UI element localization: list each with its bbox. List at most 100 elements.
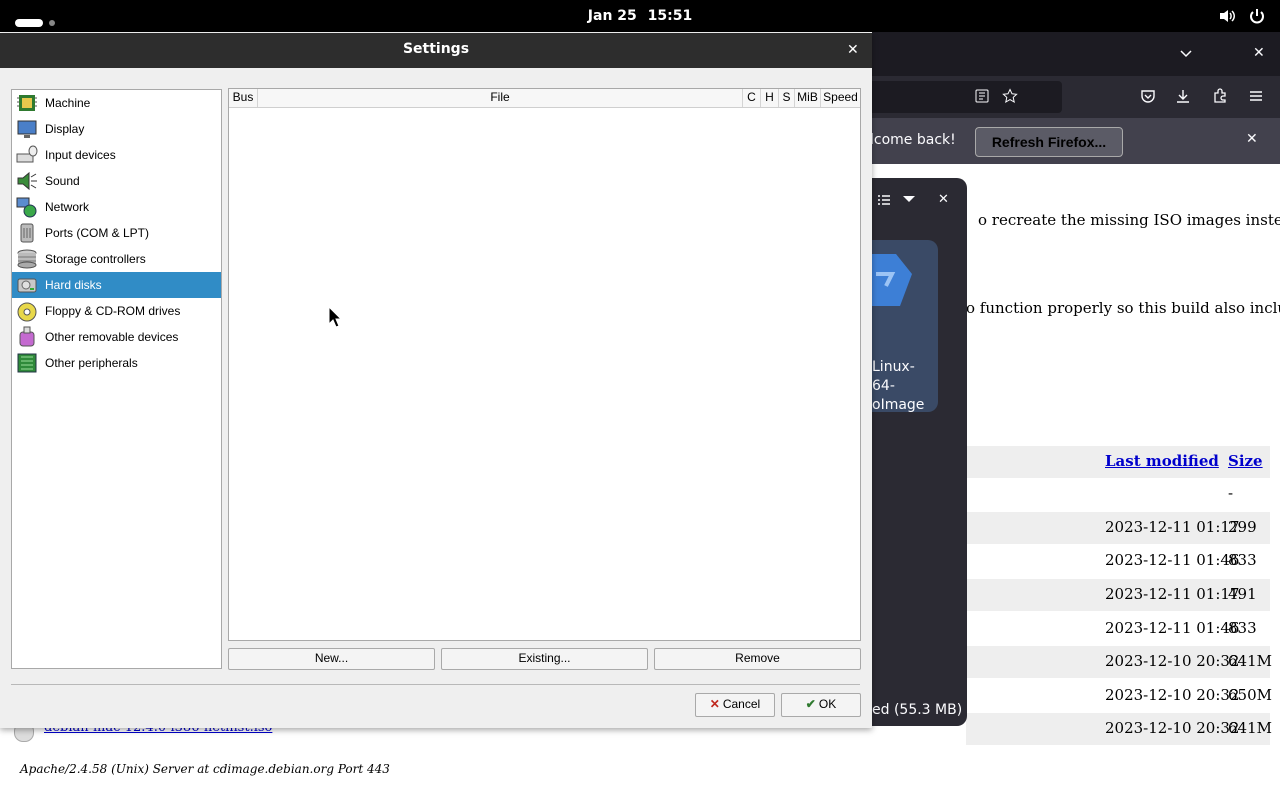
download-status: ed (55.3 MB) [872, 702, 963, 718]
volume-icon[interactable] [1218, 7, 1236, 25]
table-row: - [966, 478, 1270, 510]
cancel-x-icon: ✕ [709, 697, 720, 711]
table-row: 2023-12-11 01:17 299 [966, 512, 1270, 544]
server-footer: Apache/2.4.58 (Unix) Server at cdimage.d… [20, 762, 390, 776]
file-table-header: Last modified Size [966, 446, 1270, 478]
size-header-link[interactable]: Size [1228, 452, 1263, 470]
hard-disks-table[interactable]: Bus File C H S MiB Speed [228, 88, 861, 641]
column-h[interactable]: H [761, 89, 779, 107]
system-top-bar: Jan 25 15:51 [0, 0, 1280, 32]
category-other-removable[interactable]: Other removable devices [12, 324, 221, 350]
category-label: Floppy & CD-ROM drives [45, 304, 181, 318]
table-row: 2023-12-10 20:32 650M [966, 680, 1272, 712]
dialog-close-icon[interactable]: ✕ [847, 42, 859, 58]
remove-disk-button[interactable]: Remove [654, 648, 861, 670]
bookmark-star-icon[interactable] [1002, 88, 1018, 104]
category-network[interactable]: Network [12, 194, 221, 220]
column-mib[interactable]: MiB [795, 89, 821, 107]
column-speed[interactable]: Speed [821, 89, 860, 107]
peripheral-card-icon [17, 353, 37, 373]
power-icon[interactable] [1248, 7, 1266, 25]
row-date: 2023-12-11 01:17 [1105, 585, 1240, 603]
notification-text: lcome back! [870, 132, 956, 148]
existing-disk-button[interactable]: Existing... [441, 648, 648, 670]
dialog-separator [11, 684, 860, 685]
last-modified-header-link[interactable]: Last modified [1105, 452, 1219, 470]
row-size: 650M [1228, 686, 1272, 704]
row-size: 299 [1228, 518, 1257, 536]
category-label: Input devices [45, 148, 116, 162]
reader-view-icon[interactable] [974, 88, 990, 104]
table-row: 2023-12-10 20:32 641M [966, 646, 1272, 678]
category-storage-controllers[interactable]: Storage controllers [12, 246, 221, 272]
pocket-icon[interactable] [1140, 88, 1156, 104]
refresh-notification-bar: lcome back! Refresh Firefox... ✕ [870, 118, 1280, 164]
clock-time: 15:51 [647, 8, 693, 24]
menu-hamburger-icon[interactable] [1248, 88, 1264, 104]
category-hard-disks[interactable]: Hard disks [12, 272, 221, 298]
dropdown-arrow-icon[interactable] [902, 194, 916, 204]
system-tray[interactable] [1218, 6, 1266, 26]
table-row: 2023-12-11 01:46 833 [966, 613, 1270, 645]
refresh-firefox-button[interactable]: Refresh Firefox... [975, 127, 1123, 157]
downloads-icon[interactable] [1175, 88, 1191, 104]
category-ports[interactable]: Ports (COM & LPT) [12, 220, 221, 246]
download-item-card[interactable]: Linux- 64- oImage [872, 240, 938, 415]
row-size: 491 [1228, 585, 1257, 603]
list-view-icon[interactable] [876, 192, 892, 208]
firefox-tab-bar: ✕ [872, 32, 1280, 76]
category-sound[interactable]: Sound [12, 168, 221, 194]
row-date: 2023-12-10 20:32 [1105, 719, 1240, 737]
category-label: Display [45, 122, 85, 136]
mouse-pointer-icon [328, 306, 342, 328]
column-file[interactable]: File [258, 89, 743, 107]
cancel-label: Cancel [722, 697, 761, 711]
close-window-icon[interactable]: ✕ [1253, 45, 1265, 61]
category-floppy-cdrom[interactable]: Floppy & CD-ROM drives [12, 298, 221, 324]
storage-controller-icon [17, 249, 37, 269]
row-size: 641M [1228, 719, 1272, 737]
row-size: 833 [1228, 619, 1257, 637]
cancel-button[interactable]: ✕ Cancel [695, 693, 775, 717]
download-file-name: Linux- 64- oImage [872, 358, 924, 415]
url-bar[interactable] [872, 81, 1062, 113]
row-size: 833 [1228, 551, 1257, 569]
speaker-icon [17, 171, 37, 191]
ok-button[interactable]: ✔ OK [781, 693, 861, 717]
column-s[interactable]: S [779, 89, 795, 107]
list-all-tabs-icon[interactable] [1178, 45, 1194, 61]
row-date: 2023-12-10 20:32 [1105, 652, 1240, 670]
ok-check-icon: ✔ [805, 697, 816, 711]
table-row: 2023-12-10 20:32 641M [966, 713, 1272, 745]
category-label: Storage controllers [45, 252, 146, 266]
downloads-panel-close-icon[interactable]: ✕ [938, 192, 949, 207]
category-input-devices[interactable]: Input devices [12, 142, 221, 168]
file-name-line: Linux- [872, 359, 915, 375]
category-label: Network [45, 200, 90, 214]
row-date: 2023-12-11 01:46 [1105, 551, 1240, 569]
hard-disk-icon [17, 278, 37, 293]
removable-device-icon [19, 326, 35, 347]
extensions-icon[interactable] [1212, 88, 1228, 104]
dialog-title: Settings [402, 41, 470, 57]
file-name-line: oImage [872, 397, 925, 413]
category-other-peripherals[interactable]: Other peripherals [12, 350, 221, 376]
column-bus[interactable]: Bus [229, 89, 258, 107]
clock[interactable]: Jan 25 15:51 [0, 0, 1280, 32]
file-icon [872, 254, 912, 306]
category-label: Sound [45, 174, 80, 188]
category-label: Other peripherals [45, 356, 138, 370]
row-size: 641M [1228, 652, 1272, 670]
ok-label: OK [818, 697, 837, 711]
category-display[interactable]: Display [12, 116, 221, 142]
row-date: 2023-12-10 20:32 [1105, 686, 1240, 704]
table-row: 2023-12-11 01:46 833 [966, 545, 1270, 577]
row-date: 2023-12-11 01:46 [1105, 619, 1240, 637]
notification-close-icon[interactable]: ✕ [1246, 131, 1258, 147]
category-label: Machine [45, 96, 91, 110]
dialog-title-bar[interactable]: Settings ✕ [0, 33, 872, 68]
category-machine[interactable]: Machine [12, 90, 221, 116]
new-disk-button[interactable]: New... [228, 648, 435, 670]
column-c[interactable]: C [743, 89, 761, 107]
display-monitor-icon [17, 120, 37, 138]
